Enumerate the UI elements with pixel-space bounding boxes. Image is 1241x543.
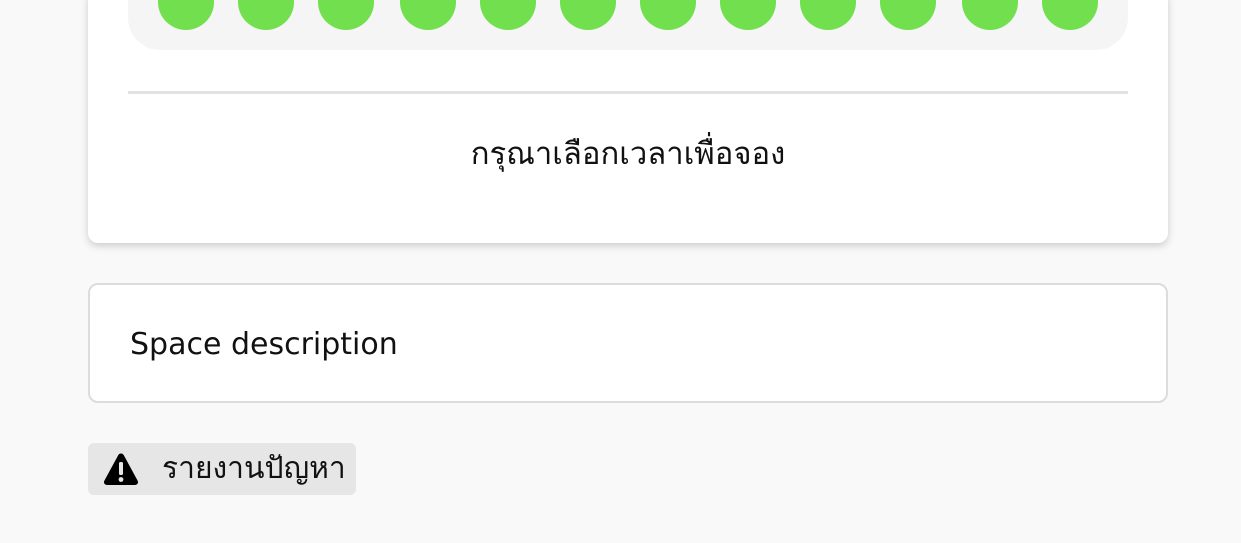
space-description: Space description: [130, 327, 398, 362]
time-slot[interactable]: [480, 0, 536, 30]
time-slot[interactable]: [640, 0, 696, 30]
time-slot[interactable]: [720, 0, 776, 30]
time-slot[interactable]: [318, 0, 374, 30]
report-problem-label: รายงานปัญหา: [162, 451, 346, 486]
divider: [128, 91, 1128, 94]
report-problem-button[interactable]: รายงานปัญหา: [88, 443, 356, 495]
time-slot[interactable]: [158, 0, 214, 30]
time-slot[interactable]: [962, 0, 1018, 30]
time-slot[interactable]: [880, 0, 936, 30]
time-slot-strip: [128, 0, 1128, 50]
warning-triangle-icon: [103, 453, 139, 485]
time-slot[interactable]: [560, 0, 616, 30]
page: กรุณาเลือกเวลาเพื่อจอง Space description…: [0, 0, 1241, 543]
time-slot[interactable]: [238, 0, 294, 30]
booking-prompt: กรุณาเลือกเวลาเพื่อจอง: [470, 136, 786, 172]
time-slot[interactable]: [1042, 0, 1098, 30]
space-description-card: Space description: [88, 283, 1168, 403]
booking-card: กรุณาเลือกเวลาเพื่อจอง: [88, 0, 1168, 243]
time-slot[interactable]: [800, 0, 856, 30]
time-slot[interactable]: [400, 0, 456, 30]
